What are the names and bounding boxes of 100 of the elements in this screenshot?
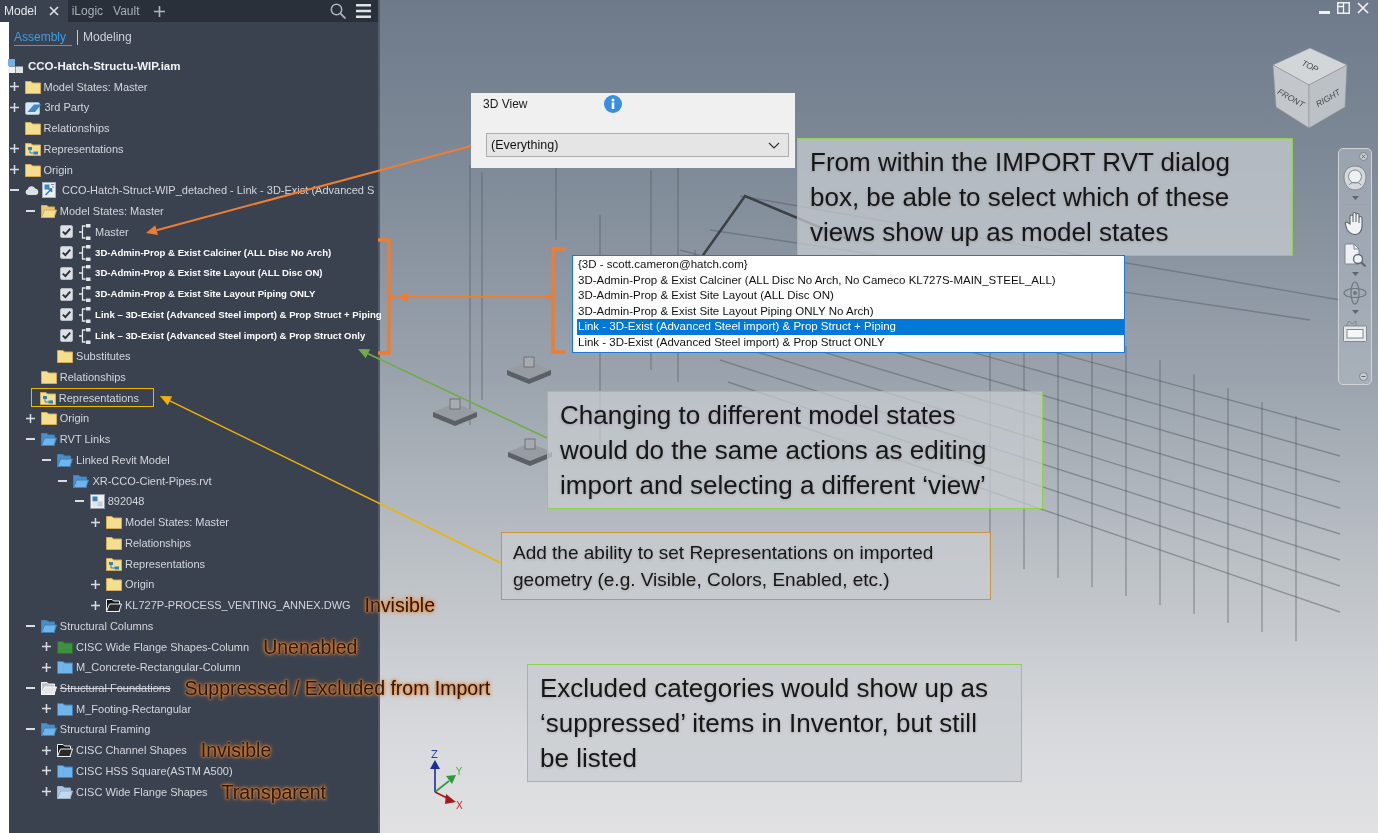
checkbox[interactable]	[60, 246, 74, 260]
tree-label[interactable]: CCO-Hatch-Structu-WIP.iam	[28, 58, 181, 73]
list-option[interactable]: 3D-Admin-Prop & Exist Site Layout (ALL Disc ON)	[577, 288, 1124, 304]
list-option[interactable]: Link - 3D-Exist (Advanced Steel import) & Prop Struct ONLY	[577, 334, 1124, 351]
plus-icon[interactable]	[25, 413, 35, 423]
tree-label[interactable]: Model States: Master	[59, 204, 164, 219]
hand-icon[interactable]	[1344, 211, 1366, 235]
screen-icon[interactable]	[1343, 320, 1367, 342]
callout-note: From within the IMPORT RVT dialog box, be able to select which of these views show up as model states	[797, 138, 1293, 256]
view-tab[interactable]: Modeling	[83, 28, 138, 46]
list-option[interactable]: {3D - scott.cameron@hatch.com}	[577, 257, 1124, 273]
tree-label[interactable]: CISC Channel Shapes	[76, 743, 187, 758]
plus-icon[interactable]	[9, 144, 19, 154]
axis-label: Z	[431, 749, 438, 760]
tree-label[interactable]: Structural Columns	[59, 618, 154, 633]
tab[interactable]: Vault	[109, 0, 146, 22]
checkbox[interactable]	[60, 329, 74, 342]
tree-label[interactable]: Linked Revit Model	[76, 452, 170, 467]
folder-icon	[40, 411, 57, 426]
dropdown[interactable]: (Everything)	[486, 133, 789, 157]
tree-label[interactable]: Origin	[43, 162, 73, 177]
open-folder-icon	[40, 722, 57, 737]
checkbox[interactable]	[60, 225, 74, 239]
tree-label[interactable]: Representations	[58, 390, 139, 405]
plus-icon[interactable]	[9, 165, 19, 175]
tree-label[interactable]: Representations	[125, 556, 206, 571]
tree-label[interactable]: Relationships	[125, 535, 192, 550]
tree-label[interactable]: Link – 3D-Exist (Advanced Steel import) & Prop Struct Only	[95, 328, 366, 343]
plus-icon[interactable]	[42, 642, 52, 651]
checkbox[interactable]	[60, 287, 74, 301]
plus-icon[interactable]	[42, 745, 52, 755]
plus-icon[interactable]	[42, 766, 52, 776]
folder-tree-icon	[24, 141, 41, 156]
folder-icon	[40, 369, 57, 384]
cube-face-label[interactable]: TOP	[1300, 57, 1320, 75]
callout-note: Excluded categories would show up as ‘suppressed’ items in Inventor, but still be listed	[527, 664, 1022, 782]
folder-icon	[57, 763, 74, 778]
plus-icon[interactable]	[42, 787, 52, 797]
open-folder-icon	[40, 432, 57, 447]
restore-icon[interactable]	[1337, 2, 1350, 14]
plus-icon[interactable]	[42, 704, 52, 714]
annotation-label: Unenabled	[263, 636, 358, 657]
folder-icon	[57, 660, 74, 675]
tree-label[interactable]: Substitutes	[76, 349, 131, 364]
info-icon[interactable]	[604, 94, 623, 113]
caret-icon[interactable]	[1351, 310, 1359, 314]
tile-icon	[24, 99, 42, 115]
open-folder-icon	[57, 452, 74, 467]
tree-label[interactable]: 892048	[107, 494, 145, 509]
tree-label[interactable]: Link – 3D-Exist (Advanced Steel import) & Prop Struct + Piping	[95, 307, 382, 322]
bracket-icon	[79, 306, 92, 323]
tree-label[interactable]: Model States: Master	[43, 79, 148, 94]
search-icon[interactable]	[330, 3, 346, 19]
plus-icon[interactable]	[9, 82, 19, 92]
tab[interactable]: iLogic	[67, 0, 110, 22]
tree-label[interactable]: Origin	[59, 411, 90, 426]
tree-label[interactable]: 3D-Admin-Prop & Exist Site Layout (ALL Disc ON)	[95, 266, 323, 281]
tree-label[interactable]: Structural Foundations	[59, 681, 171, 695]
tree-label[interactable]: CISC HSS Square(ASTM A500)	[76, 763, 233, 778]
steering-wheel-icon[interactable]	[1343, 165, 1367, 191]
plus-icon[interactable]	[9, 102, 19, 112]
callout-note: Changing to different model states would do the same actions as editing import and selecting a different ‘view’	[547, 391, 1043, 509]
tree-label[interactable]: Master	[95, 224, 129, 239]
list-option[interactable]: 3D-Admin-Prop & Exist Site Layout Piping ONLY No Arch)	[577, 303, 1124, 320]
plus-icon[interactable]	[91, 517, 100, 527]
list-option[interactable]: Link - 3D-Exist (Advanced Steel import) & Prop Struct + Piping	[577, 319, 1124, 335]
tree-label[interactable]: Origin	[125, 577, 155, 592]
plus-icon[interactable]	[153, 5, 165, 17]
open-folder-icon	[57, 784, 74, 799]
folder-icon	[57, 701, 74, 716]
minus-icon[interactable]	[1359, 372, 1368, 381]
tree-label[interactable]: 3D-Admin-Prop & Exist Site Layout Piping ONLY	[95, 287, 316, 302]
tree-label[interactable]: XR-CCO-Cient-Pipes.rvt	[92, 473, 212, 488]
cloud-icon	[25, 185, 39, 195]
list-option[interactable]: 3D-Admin-Prop & Exist Calciner (ALL Disc No Arch, No Cameco KL727S-MAIN_STEEL_ALL)	[577, 272, 1124, 289]
tree-label[interactable]: Representations	[43, 141, 124, 156]
tree-label[interactable]: CISC Wide Flange Shapes	[76, 784, 208, 799]
open-folder-icon	[40, 681, 57, 695]
tree-label[interactable]: M_Footing-Rectangular	[76, 701, 192, 716]
tree-label[interactable]: RVT Links	[59, 432, 111, 447]
checkbox[interactable]	[60, 308, 74, 322]
folder-icon	[106, 535, 122, 550]
tree-label[interactable]: Structural Framing	[59, 722, 151, 737]
tree-label[interactable]: Relationships	[43, 121, 110, 136]
page-magnifier-icon[interactable]	[1344, 243, 1366, 267]
menu-icon[interactable]	[356, 4, 371, 18]
tree-label[interactable]: Relationships	[59, 369, 126, 384]
tree-label[interactable]: 3D-Admin-Prop & Exist Calciner (ALL Disc No Arch)	[95, 245, 332, 260]
close-icon[interactable]	[1359, 152, 1368, 161]
checkbox[interactable]	[60, 266, 74, 280]
plus-icon[interactable]	[42, 662, 52, 672]
plus-icon[interactable]	[91, 600, 100, 610]
plus-icon[interactable]	[91, 579, 100, 589]
tree-label[interactable]: CISC Wide Flange Shapes-Column	[76, 639, 250, 654]
caret-icon[interactable]	[1351, 272, 1359, 276]
tree-label[interactable]: M_Concrete-Rectangular-Column	[76, 660, 241, 675]
tree-label[interactable]: 3rd Party	[44, 100, 90, 115]
tab[interactable]: Model	[0, 0, 68, 22]
tree-label[interactable]: KL727P-PROCESS_VENTING_ANNEX.DWG	[125, 598, 351, 613]
tree-label[interactable]: Model States: Master	[125, 515, 229, 530]
